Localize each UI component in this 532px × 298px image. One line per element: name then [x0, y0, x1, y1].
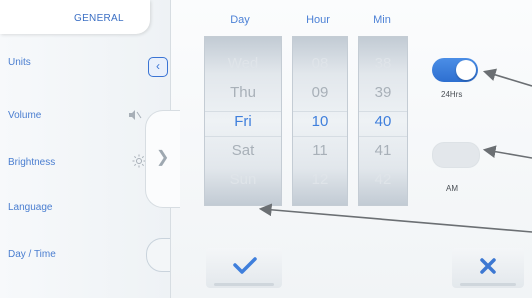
- wheel-value[interactable]: 09: [293, 84, 347, 101]
- wheel-value[interactable]: 38: [359, 55, 407, 72]
- wheel-value[interactable]: Wed: [205, 55, 281, 72]
- wheel-value[interactable]: 42: [359, 171, 407, 188]
- sidebar-item-language[interactable]: Language: [8, 202, 53, 213]
- am-toggle-label: AM: [446, 184, 458, 193]
- button-underline: [460, 283, 516, 286]
- wheel-value[interactable]: 41: [359, 142, 407, 159]
- sidebar-item-units[interactable]: Units: [8, 57, 31, 68]
- 24hrs-toggle[interactable]: [432, 58, 478, 82]
- day-wheel[interactable]: Wed Thu Fri Sat Sun: [204, 36, 282, 206]
- wheel-value[interactable]: Sat: [205, 142, 281, 159]
- sidebar-item-volume[interactable]: Volume: [8, 110, 41, 121]
- cancel-button[interactable]: [452, 248, 524, 288]
- column-header-min: Min: [373, 14, 391, 26]
- wheel-value[interactable]: 39: [359, 84, 407, 101]
- panel-tab-notch: ❯: [145, 110, 180, 208]
- column-header-day: Day: [230, 14, 250, 26]
- chevron-right-icon: ❯: [156, 149, 170, 166]
- wheel-value[interactable]: 08: [293, 55, 347, 72]
- wheel-value[interactable]: 12: [293, 171, 347, 188]
- sidebar-header: GENERAL: [0, 0, 150, 34]
- minute-wheel[interactable]: 38 39 40 41 42: [358, 36, 408, 206]
- sun-icon: [132, 154, 146, 171]
- wheel-value-selected[interactable]: 40: [359, 113, 407, 130]
- speaker-muted-icon: [128, 109, 142, 124]
- back-chevron-icon[interactable]: ‹: [148, 57, 168, 77]
- hour-wheel[interactable]: 08 09 10 11 12: [292, 36, 348, 206]
- wheel-value[interactable]: Thu: [205, 84, 281, 101]
- am-toggle[interactable]: [432, 142, 480, 168]
- button-underline: [214, 283, 274, 286]
- 24hrs-toggle-label: 24Hrs: [441, 90, 463, 99]
- confirm-button[interactable]: [206, 248, 282, 288]
- check-icon: [232, 254, 258, 281]
- wheel-value-selected[interactable]: 10: [293, 113, 347, 130]
- sidebar-item-day-time[interactable]: Day / Time: [8, 249, 56, 260]
- close-icon: [479, 257, 497, 280]
- column-header-hour: Hour: [306, 14, 330, 26]
- wheel-value[interactable]: 11: [293, 142, 347, 159]
- toggle-knob: [456, 60, 476, 80]
- sidebar-item-brightness[interactable]: Brightness: [8, 157, 55, 168]
- wheel-value[interactable]: Sun: [205, 171, 281, 188]
- settings-screen: GENERAL Units ‹ Volume Brightness Langua…: [0, 0, 532, 298]
- wheel-value-selected[interactable]: Fri: [205, 113, 281, 130]
- sidebar-header-label: GENERAL: [74, 13, 124, 24]
